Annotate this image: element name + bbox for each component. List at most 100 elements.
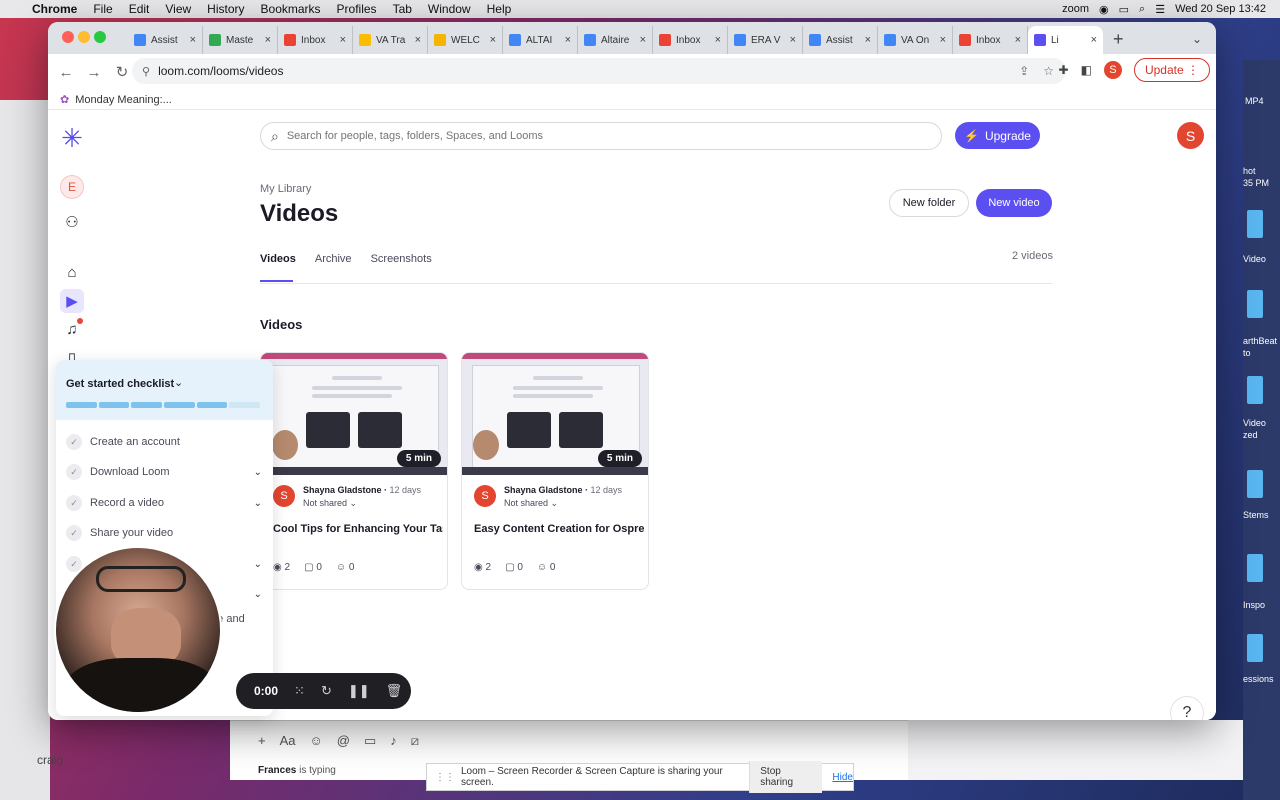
close-tab-icon[interactable]: × bbox=[340, 34, 346, 46]
menu-view[interactable]: View bbox=[157, 2, 199, 16]
chevron-down-icon[interactable]: ⌄ bbox=[254, 589, 262, 600]
desktop-file-icon[interactable] bbox=[1247, 290, 1263, 318]
site-info-icon[interactable]: ⚲ bbox=[142, 65, 150, 78]
share-icon[interactable]: ⇪ bbox=[1019, 64, 1029, 78]
browser-tab[interactable]: WELC × bbox=[428, 26, 503, 54]
menu-tab[interactable]: Tab bbox=[385, 2, 420, 16]
menu-history[interactable]: History bbox=[199, 2, 252, 16]
new-video-button[interactable]: New video bbox=[976, 189, 1052, 217]
chevron-down-icon[interactable]: ⌄ bbox=[254, 467, 262, 478]
checklist-item[interactable]: ✓ Download Loom ⌄ bbox=[66, 462, 262, 482]
browser-tab[interactable]: Li × bbox=[1028, 26, 1103, 54]
browser-tab[interactable]: VA On × bbox=[878, 26, 953, 54]
browser-tab[interactable]: Assist × bbox=[803, 26, 878, 54]
forward-icon[interactable]: → bbox=[80, 64, 108, 81]
workspace-avatar[interactable]: E bbox=[60, 175, 84, 199]
loom-logo-icon[interactable]: ✳ bbox=[58, 124, 86, 152]
back-icon[interactable]: ← bbox=[52, 64, 80, 81]
browser-tab[interactable]: Inbox × bbox=[953, 26, 1028, 54]
author-name[interactable]: Shayna Gladstone bbox=[303, 485, 382, 495]
desktop-file-icon[interactable] bbox=[1247, 554, 1263, 582]
breadcrumb[interactable]: My Library bbox=[260, 183, 311, 195]
author-name[interactable]: Shayna Gladstone bbox=[504, 485, 583, 495]
stop-sharing-button[interactable]: Stop sharing bbox=[749, 761, 823, 793]
video-card[interactable]: 5 min S Shayna Gladstone · 12 days Not s… bbox=[260, 352, 448, 590]
menu-file[interactable]: File bbox=[85, 2, 120, 16]
plus-icon[interactable]: + bbox=[258, 733, 266, 749]
microphone-icon[interactable]: ♪ bbox=[390, 733, 397, 749]
formatting-icon[interactable]: Aa bbox=[280, 733, 296, 749]
video-title[interactable]: Easy Content Creation for Osprey bbox=[474, 523, 644, 535]
desktop-file-icon[interactable] bbox=[1247, 470, 1263, 498]
maximize-window-icon[interactable] bbox=[94, 31, 106, 43]
checklist-item[interactable]: ✓ Create an account bbox=[66, 432, 262, 452]
address-bar[interactable]: ⚲ loom.com/looms/videos ⇪ ☆ bbox=[132, 58, 1066, 84]
profile-avatar[interactable]: S bbox=[1103, 61, 1122, 79]
search-icon[interactable]: ⌕ bbox=[1139, 3, 1145, 16]
menu-profiles[interactable]: Profiles bbox=[329, 2, 385, 16]
close-window-icon[interactable] bbox=[62, 31, 74, 43]
close-tab-icon[interactable]: × bbox=[490, 34, 496, 46]
trash-icon[interactable]: 🗑 bbox=[386, 683, 403, 699]
tab-search-chevron-icon[interactable]: ⌄ bbox=[1192, 26, 1202, 54]
desktop-file-icon[interactable] bbox=[1247, 210, 1263, 238]
close-tab-icon[interactable]: × bbox=[865, 34, 871, 46]
zoom-menu-label[interactable]: zoom bbox=[1062, 3, 1089, 15]
search-bar[interactable]: ⌕ bbox=[260, 122, 942, 150]
close-tab-icon[interactable]: × bbox=[565, 34, 571, 46]
close-tab-icon[interactable]: × bbox=[1091, 34, 1097, 46]
close-tab-icon[interactable]: × bbox=[415, 34, 421, 46]
sharing-status[interactable]: Not shared ⌄ bbox=[303, 498, 421, 509]
tab-screenshots[interactable]: Screenshots bbox=[371, 253, 432, 265]
tab-videos[interactable]: Videos bbox=[260, 253, 296, 265]
browser-tab[interactable]: Inbox × bbox=[278, 26, 353, 54]
upgrade-button[interactable]: ⚡ Upgrade bbox=[955, 122, 1040, 149]
video-title[interactable]: Cool Tips for Enhancing Your Task bbox=[273, 523, 443, 535]
browser-tab[interactable]: Assist × bbox=[128, 26, 203, 54]
chevron-down-icon[interactable]: ⌄ bbox=[254, 498, 262, 509]
url-text[interactable]: loom.com/looms/videos bbox=[158, 64, 283, 78]
menu-clock[interactable]: Wed 20 Sep 13:42 bbox=[1175, 3, 1266, 15]
close-tab-icon[interactable]: × bbox=[790, 34, 796, 46]
menu-help[interactable]: Help bbox=[479, 2, 520, 16]
people-icon[interactable]: ⚇ bbox=[60, 210, 84, 234]
browser-tab[interactable]: Maste × bbox=[203, 26, 278, 54]
bookmark-star-icon[interactable]: ☆ bbox=[1043, 64, 1054, 78]
menu-edit[interactable]: Edit bbox=[121, 2, 158, 16]
close-tab-icon[interactable]: × bbox=[715, 34, 721, 46]
video-card[interactable]: 5 min S Shayna Gladstone · 12 days Not s… bbox=[461, 352, 649, 590]
checklist-header[interactable]: Get started checklist ⌄ bbox=[56, 360, 273, 420]
desktop-file-icon[interactable] bbox=[1247, 634, 1263, 662]
browser-tab[interactable]: VA Tra × bbox=[353, 26, 428, 54]
author-avatar[interactable]: S bbox=[474, 485, 496, 507]
library-icon[interactable]: ▶ bbox=[60, 289, 84, 313]
user-avatar[interactable]: S bbox=[1177, 122, 1204, 149]
close-tab-icon[interactable]: × bbox=[940, 34, 946, 46]
shortcut-icon[interactable]: ⧄ bbox=[411, 733, 419, 749]
close-tab-icon[interactable]: × bbox=[190, 34, 196, 46]
menu-window[interactable]: Window bbox=[420, 2, 479, 16]
drawing-tools-icon[interactable]: ⁙ bbox=[294, 683, 305, 699]
search-input[interactable] bbox=[286, 130, 941, 142]
tab-archive[interactable]: Archive bbox=[315, 253, 352, 265]
new-tab-icon[interactable]: + bbox=[1113, 26, 1124, 54]
chevron-down-icon[interactable]: ⌄ bbox=[254, 559, 262, 570]
author-avatar[interactable]: S bbox=[273, 485, 295, 507]
hide-link[interactable]: Hide bbox=[832, 772, 853, 783]
minimize-window-icon[interactable] bbox=[78, 31, 90, 43]
extensions-icon[interactable]: ✚ bbox=[1059, 63, 1069, 77]
browser-tab[interactable]: Inbox × bbox=[653, 26, 728, 54]
side-panel-icon[interactable]: ◧ bbox=[1081, 63, 1092, 77]
control-center-icon[interactable]: ☰ bbox=[1155, 3, 1165, 16]
emoji-icon[interactable]: ☺ bbox=[310, 733, 323, 749]
chevron-down-icon[interactable]: ⌄ bbox=[174, 376, 183, 389]
mention-icon[interactable]: @ bbox=[337, 733, 350, 749]
video-icon[interactable]: ▭ bbox=[364, 733, 376, 749]
camera-bubble[interactable] bbox=[54, 546, 222, 714]
menu-bookmarks[interactable]: Bookmarks bbox=[253, 2, 329, 16]
browser-tab[interactable]: Altaire × bbox=[578, 26, 653, 54]
drag-handle-icon[interactable]: ⋮⋮ bbox=[435, 772, 455, 783]
slack-user-name[interactable]: craig bbox=[37, 753, 63, 767]
bookmark-item[interactable]: Monday Meaning:... bbox=[75, 94, 172, 106]
checklist-item[interactable]: ✓ Share your video bbox=[66, 523, 262, 543]
